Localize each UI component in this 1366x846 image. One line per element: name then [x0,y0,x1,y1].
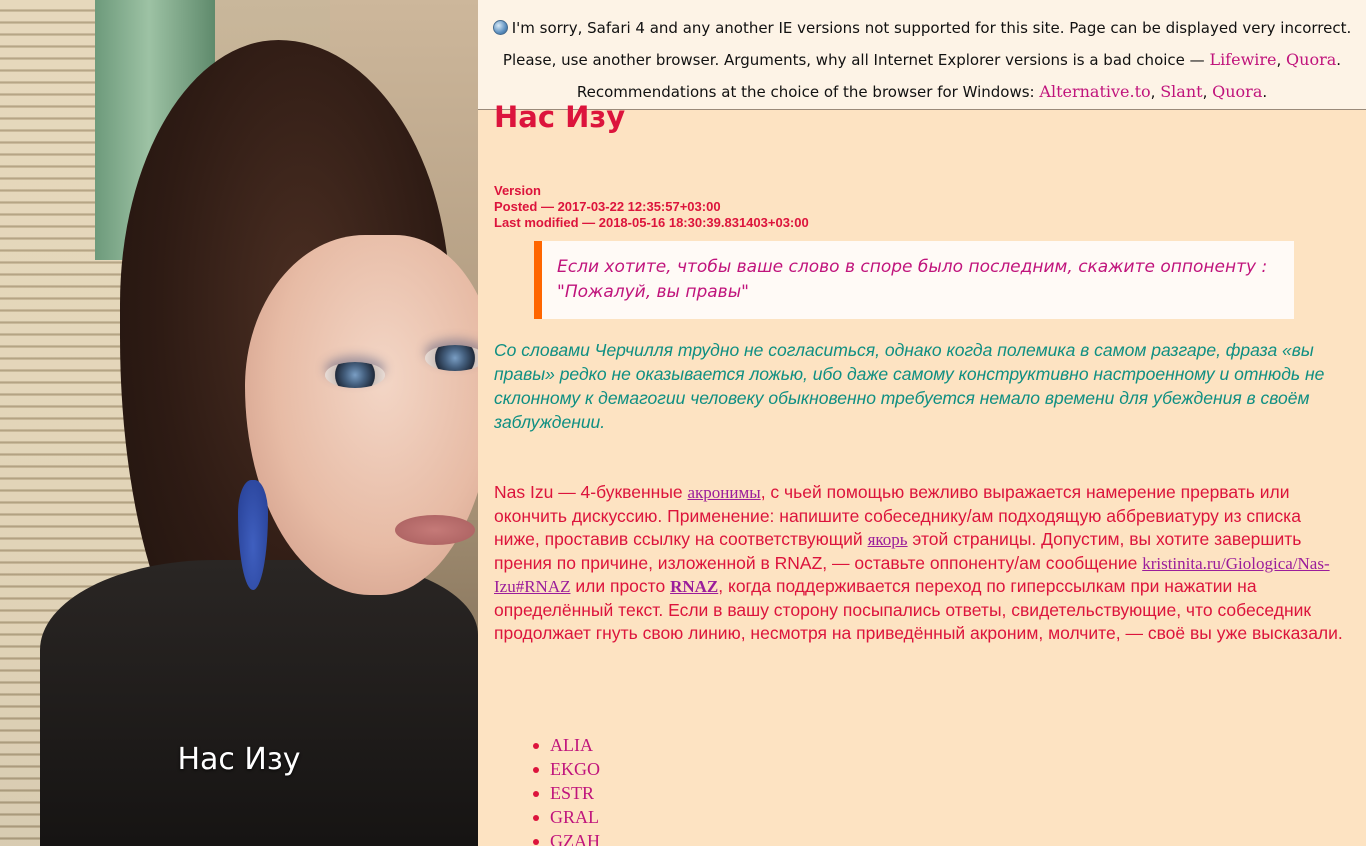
period: . [1262,83,1268,101]
lifewire-link[interactable]: Lifewire [1209,50,1276,69]
modified-date: Last modified — 2018-05-16 18:30:39.8314… [494,215,809,230]
banner-line-2: Please, use another browser. Arguments, … [478,44,1366,76]
version-label: Version [494,183,541,198]
alternativeto-link[interactable]: Alternative.to [1039,82,1150,101]
banner-line-1-text: I'm sorry, Safari 4 and any another IE v… [511,19,1352,37]
portrait-shirt [40,560,478,846]
comma-separator: , [1276,51,1287,69]
banner-line-3-text: Recommendations at the choice of the bro… [576,83,1040,101]
body-paragraph: Nas Izu — 4-буквенные акронимы, с чьей п… [494,481,1344,646]
portrait-lips [395,515,475,545]
list-item[interactable]: GZAH [533,829,600,846]
quora-link-2[interactable]: Quora [1212,82,1262,101]
banner-line-1: I'm sorry, Safari 4 and any another IE v… [478,13,1366,44]
acronym-link-estr[interactable]: ESTR [550,783,594,803]
list-item[interactable]: GRAL [533,805,600,829]
body-text-1: Nas Izu — 4-буквенные [494,482,688,502]
list-item[interactable]: ESTR [533,781,600,805]
acronym-link-alia[interactable]: ALIA [550,735,593,755]
photo-caption: Нас Изу [177,742,301,777]
lead-paragraph: Со словами Черчилля трудно не согласитьс… [494,340,1325,432]
acronym-list: ALIA EKGO ESTR GRAL GZAH [533,733,600,846]
portrait-eye-right [425,345,478,371]
quora-link[interactable]: Quora [1286,50,1336,69]
posted-date: Posted — 2017-03-22 12:35:57+03:00 [494,199,721,214]
rnaz-link[interactable]: RNAZ [670,577,718,596]
comma-separator: , [1202,83,1213,101]
acronym-link-gzah[interactable]: GZAH [550,831,600,846]
anchor-link[interactable]: якорь [868,530,908,549]
acronyms-link[interactable]: акронимы [688,483,761,502]
list-item[interactable]: EKGO [533,757,600,781]
slant-link[interactable]: Slant [1160,82,1202,101]
article-meta: Version Posted — 2017-03-22 12:35:57+03:… [494,183,809,231]
epigraph-quote: Если хотите, чтобы ваше слово в споре бы… [534,241,1294,319]
banner-line-2-text: Please, use another browser. Arguments, … [502,51,1210,69]
acronym-link-ekgo[interactable]: EKGO [550,759,600,779]
body-text-4: или просто [570,576,671,596]
globe-icon [492,20,508,35]
browser-warning-banner: I'm sorry, Safari 4 and any another IE v… [478,0,1366,110]
list-item[interactable]: ALIA [533,733,600,757]
hero-photo: Нас Изу [0,0,478,846]
period: . [1336,51,1342,69]
acronym-link-gral[interactable]: GRAL [550,807,599,827]
comma-separator: , [1150,83,1161,101]
page-title: Нас Изу [494,100,626,134]
portrait-eye-left [325,362,385,388]
